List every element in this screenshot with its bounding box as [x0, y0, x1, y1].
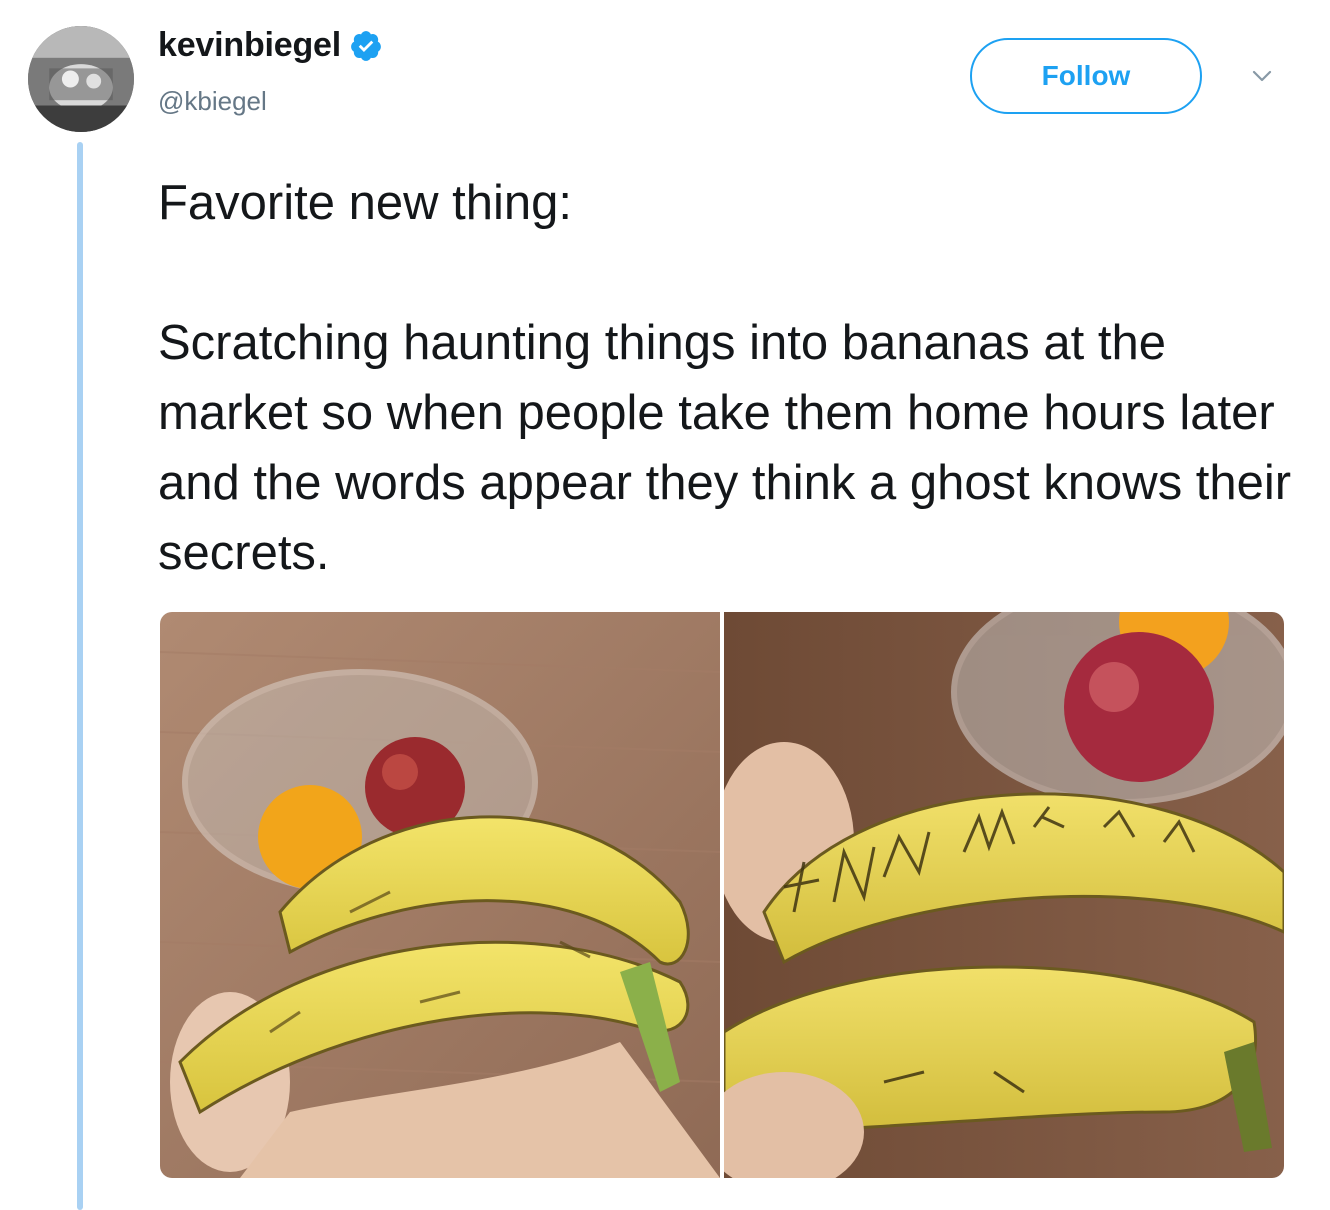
author-display-name[interactable]: kevinbiegel	[158, 26, 341, 65]
profile-photo-icon	[28, 26, 134, 132]
author-handle[interactable]: @kbiegel	[158, 86, 267, 117]
banana-photo-1[interactable]	[160, 612, 720, 1178]
chevron-down-icon[interactable]	[1250, 64, 1274, 88]
follow-button[interactable]: Follow	[970, 38, 1202, 114]
verified-badge-icon	[349, 29, 383, 63]
banana-photo-2[interactable]	[724, 612, 1284, 1178]
tweet-media	[160, 612, 1284, 1178]
banana-photo-2-icon	[724, 612, 1284, 1178]
author-name-row[interactable]: kevinbiegel	[158, 26, 383, 65]
thread-line	[77, 142, 83, 1210]
author-avatar[interactable]	[28, 26, 134, 132]
banana-photo-1-icon	[160, 612, 720, 1178]
tweet-text: Favorite new thing: Scratching haunting …	[158, 176, 1292, 580]
